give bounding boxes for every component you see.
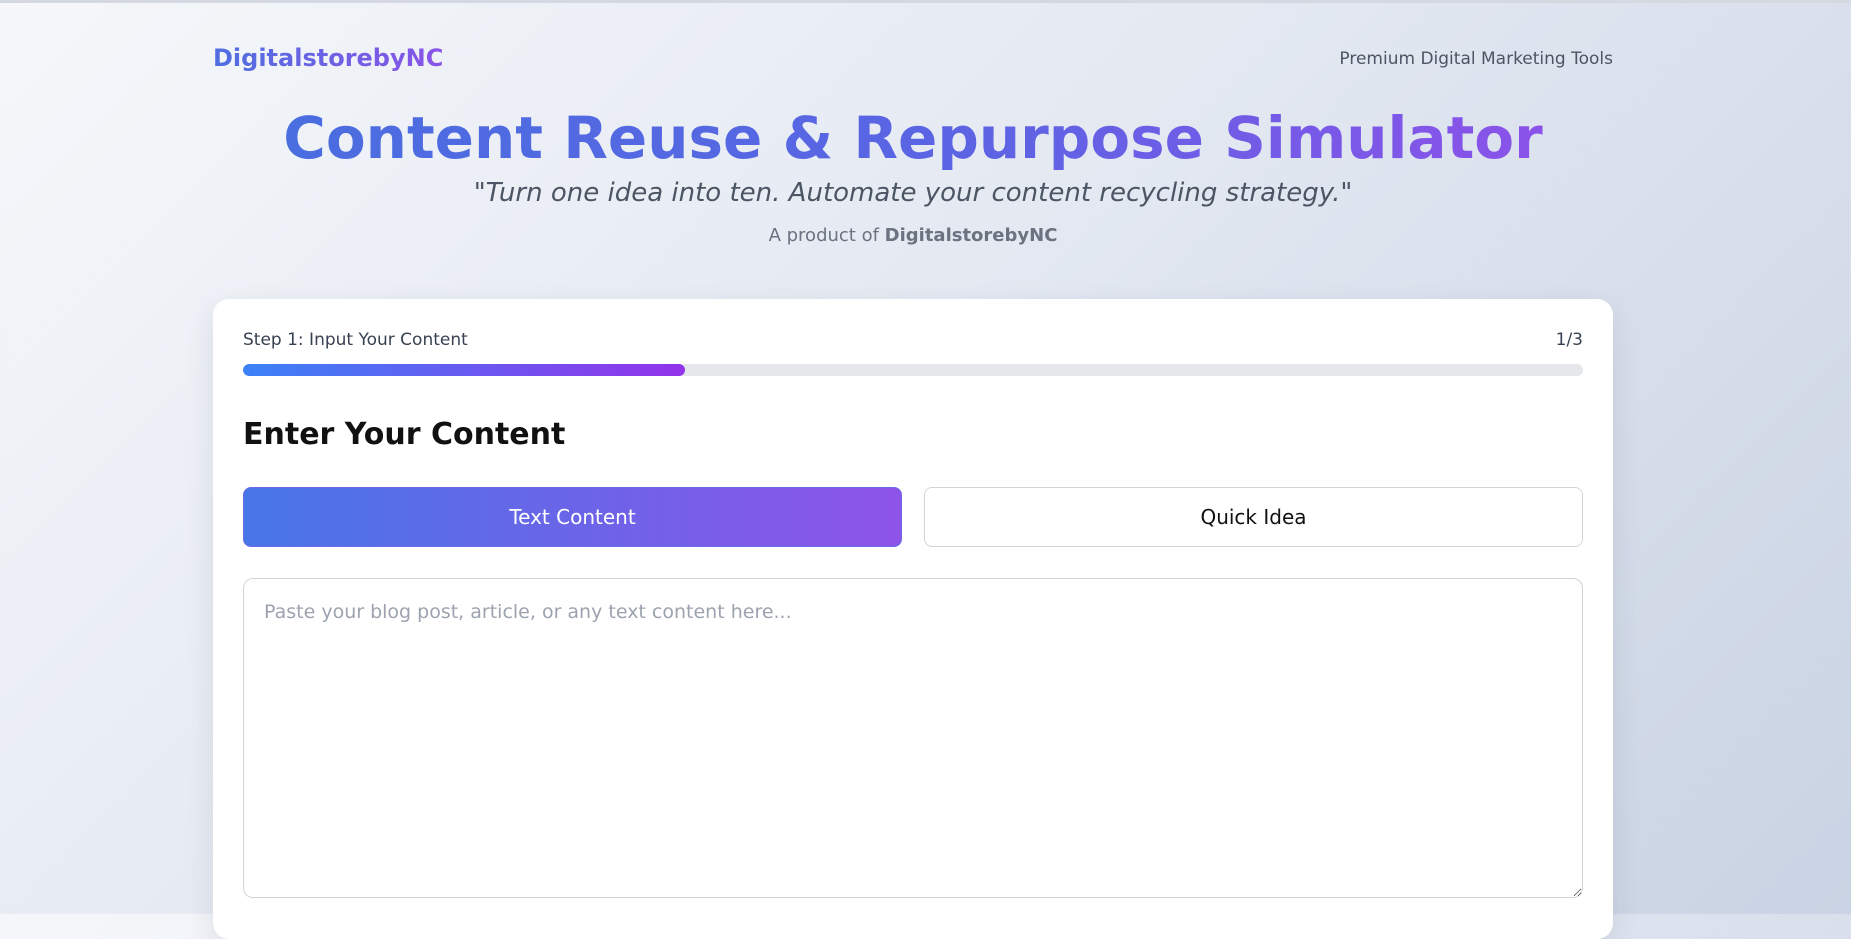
tab-quick-idea[interactable]: Quick Idea	[924, 487, 1583, 547]
page-title-text: Content Reuse & Repurpose Simulator	[283, 104, 1543, 172]
content-textarea[interactable]	[243, 578, 1583, 898]
step-counter: 1/3	[1555, 330, 1583, 350]
brand-logo[interactable]: DigitalstorebyNC	[213, 44, 443, 72]
section-title: Enter Your Content	[243, 417, 566, 452]
progress-bar-fill	[243, 364, 686, 376]
window-top-border	[0, 0, 1851, 3]
wizard-card: Step 1: Input Your Content 1/3 Enter You…	[213, 299, 1613, 939]
header-tagline: Premium Digital Marketing Tools	[1339, 49, 1613, 69]
hero-quote: "Turn one idea into ten. Automate your c…	[473, 178, 1353, 208]
site-header: DigitalstorebyNC Premium Digital Marketi…	[213, 44, 1613, 80]
step-label: Step 1: Input Your Content	[243, 330, 468, 350]
product-credit: A product of DigitalstorebyNC	[213, 225, 1613, 246]
product-credit-brand: DigitalstorebyNC	[884, 225, 1058, 246]
page-title: Content Reuse & Repurpose Simulator	[213, 102, 1613, 174]
tab-text-content[interactable]: Text Content	[243, 487, 902, 547]
progress-bar	[243, 364, 1583, 376]
product-credit-prefix: A product of	[768, 225, 885, 246]
